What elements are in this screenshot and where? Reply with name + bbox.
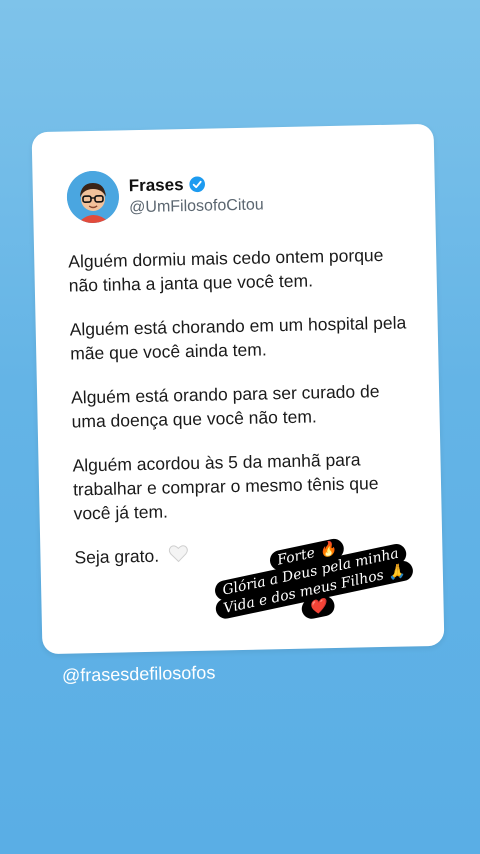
avatar[interactable] bbox=[66, 170, 120, 224]
cartoon-avatar-icon bbox=[66, 170, 119, 224]
closing-text: Seja grato. bbox=[74, 545, 160, 568]
tweet-paragraph: Alguém está orando para ser curado de um… bbox=[70, 381, 380, 432]
name-row: Frases bbox=[129, 173, 264, 196]
verified-badge-icon bbox=[188, 176, 205, 193]
tweet-paragraph: Alguém dormiu mais cedo ontem porque não… bbox=[68, 244, 384, 296]
author-name[interactable]: Frases bbox=[129, 175, 184, 196]
tweet-paragraph: Alguém está chorando em um hospital pela… bbox=[69, 312, 407, 364]
author-handle[interactable]: @UmFilosofoCitou bbox=[129, 196, 264, 217]
white-heart-icon bbox=[168, 544, 188, 568]
credit-handle: @frasesdefilosofos bbox=[61, 662, 216, 686]
tweet-author: Frases @UmFilosofoCitou bbox=[129, 173, 264, 217]
tweet-paragraph: Alguém acordou às 5 da manhã para trabal… bbox=[72, 449, 379, 524]
tweet-header: Frases @UmFilosofoCitou bbox=[66, 167, 264, 224]
